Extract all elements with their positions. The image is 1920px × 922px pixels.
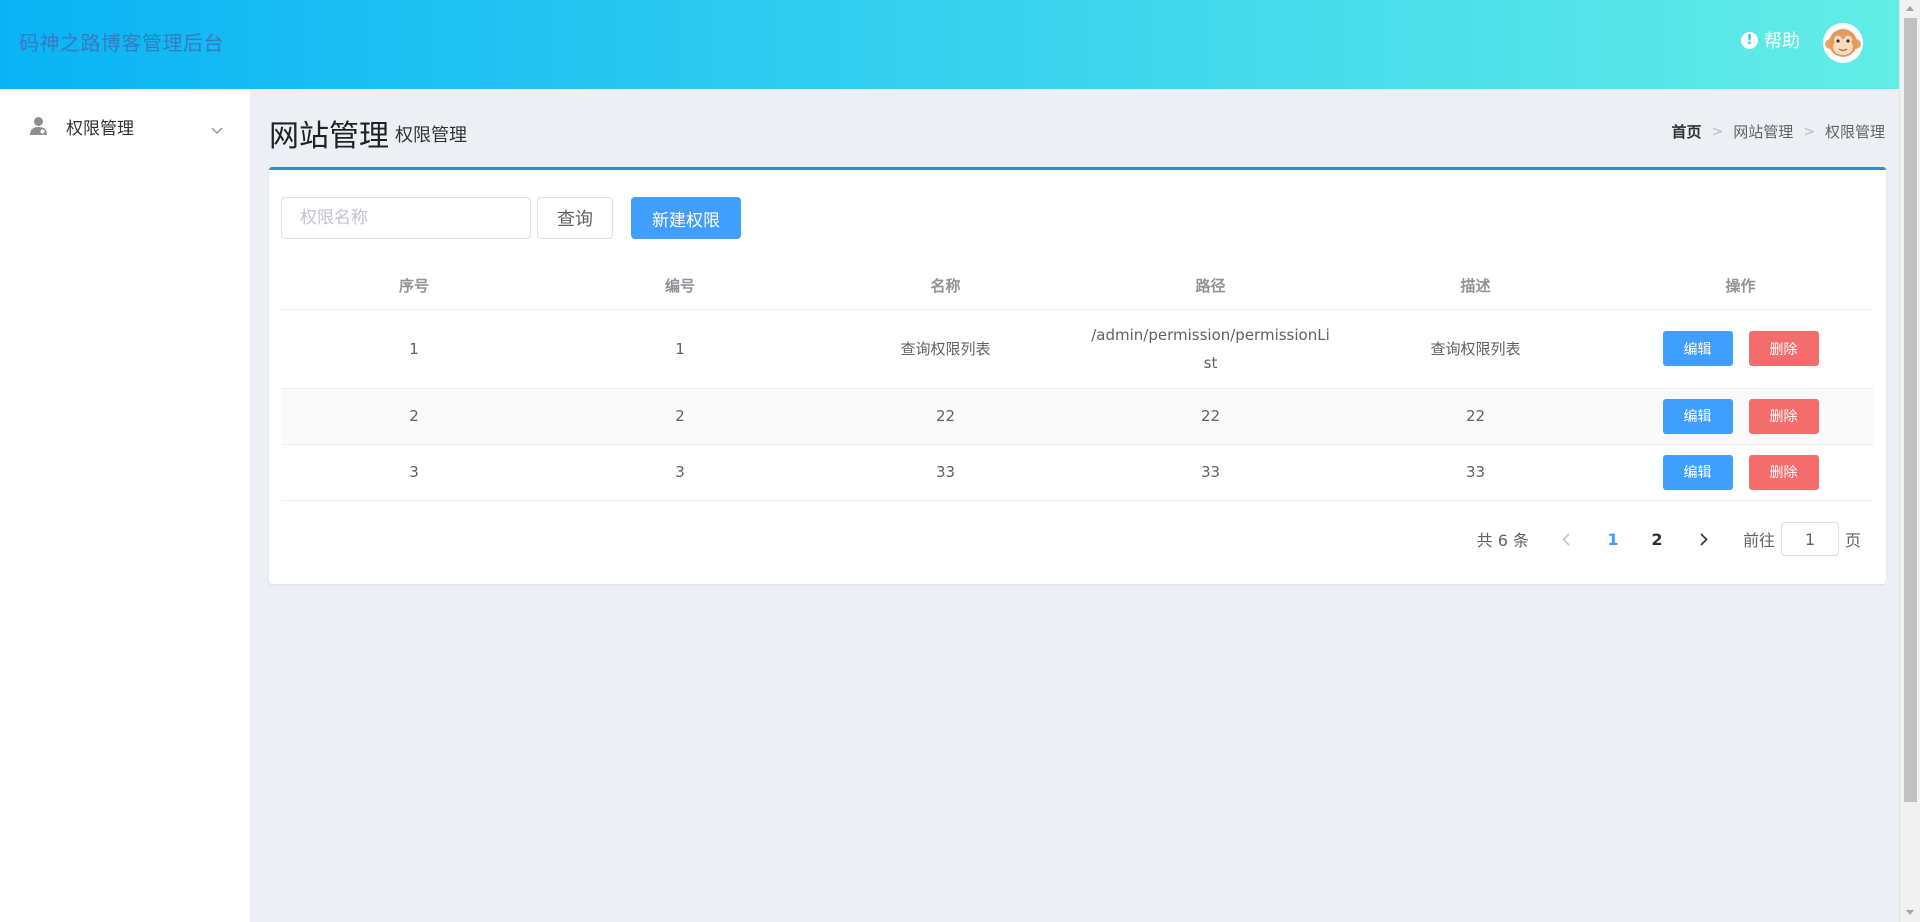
cell-actions: 编辑 删除	[1608, 388, 1873, 445]
delete-button[interactable]: 删除	[1748, 331, 1819, 366]
page-scrollbar[interactable]	[1899, 0, 1920, 922]
next-page-button[interactable]	[1689, 524, 1719, 554]
cell-desc: 22	[1343, 388, 1608, 445]
help-label: 帮助	[1764, 31, 1800, 52]
cell-id: 2	[547, 388, 813, 445]
edit-button[interactable]: 编辑	[1662, 398, 1733, 434]
cell-id: 3	[547, 444, 813, 501]
goto-prefix: 前往	[1742, 531, 1775, 550]
cell-name: 22	[813, 388, 1078, 445]
page-number-1[interactable]: 1	[1593, 524, 1633, 554]
chevron-down-icon	[211, 120, 223, 139]
chevron-left-icon	[1562, 532, 1570, 546]
cell-index: 3	[281, 444, 547, 501]
table-header-row: 序号 编号 名称 路径 描述 操作	[281, 262, 1873, 310]
column-header: 操作	[1608, 262, 1873, 310]
column-header: 名称	[813, 262, 1078, 310]
cell-actions: 编辑 删除	[1608, 444, 1873, 501]
cell-desc: 查询权限列表	[1343, 309, 1608, 389]
pagination-total: 共 6 条	[1476, 531, 1529, 550]
content-card: 查询 新建权限 序号 编号 名称 路径 描述 操作 1 1 查询权限列表 /ad…	[269, 167, 1886, 584]
breadcrumb: 首页 > 网站管理 > 权限管理	[1671, 121, 1885, 142]
chevron-right-icon: >	[1711, 123, 1724, 140]
avatar[interactable]	[1823, 23, 1863, 63]
breadcrumb-item: 权限管理	[1824, 123, 1885, 141]
table-row: 2 2 22 22 22 编辑 删除	[281, 388, 1873, 445]
permission-name-input[interactable]	[281, 197, 531, 239]
sidebar-item-permission[interactable]: 权限管理	[0, 107, 250, 143]
page-subtitle: 权限管理	[395, 125, 467, 146]
chevron-right-icon	[1700, 532, 1708, 546]
breadcrumb-item: 网站管理	[1733, 123, 1794, 141]
sidebar: 权限管理	[0, 89, 250, 922]
scroll-down-icon[interactable]	[1906, 910, 1914, 915]
sidebar-item-label: 权限管理	[66, 119, 134, 139]
scroll-thumb[interactable]	[1904, 18, 1917, 802]
avatar-monkey-icon	[1823, 23, 1863, 63]
edit-button[interactable]: 编辑	[1662, 331, 1733, 366]
column-header: 路径	[1078, 262, 1343, 310]
delete-button[interactable]: 删除	[1748, 454, 1819, 490]
top-header: 码神之路博客管理后台 ! 帮助	[0, 0, 1899, 89]
breadcrumb-home[interactable]: 首页	[1671, 121, 1701, 142]
cell-actions: 编辑 删除	[1608, 309, 1873, 389]
goto-page-input[interactable]	[1780, 522, 1839, 556]
new-permission-button[interactable]: 新建权限	[631, 197, 741, 239]
cell-index: 1	[281, 309, 547, 389]
page-title: 网站管理	[269, 119, 389, 154]
column-header: 描述	[1343, 262, 1608, 310]
column-header: 序号	[281, 262, 547, 310]
cell-desc: 33	[1343, 444, 1608, 501]
query-button[interactable]: 查询	[537, 197, 613, 239]
cell-path: 22	[1078, 388, 1343, 445]
pagination: 共 6 条 1 2 前往 页	[1477, 522, 1861, 556]
help-link[interactable]: ! 帮助	[1741, 27, 1800, 53]
table-row: 3 3 33 33 33 编辑 删除	[281, 444, 1873, 501]
user-icon	[29, 116, 48, 140]
app-title: 码神之路博客管理后台	[19, 31, 224, 55]
cell-path: /admin/permission/permissionList	[1078, 309, 1343, 389]
cell-path: 33	[1078, 444, 1343, 501]
help-icon: !	[1741, 31, 1758, 49]
table-row: 1 1 查询权限列表 /admin/permission/permissionL…	[281, 309, 1873, 389]
delete-button[interactable]: 删除	[1748, 398, 1819, 434]
column-header: 编号	[547, 262, 813, 310]
cell-name: 查询权限列表	[813, 309, 1078, 389]
cell-index: 2	[281, 388, 547, 445]
goto-suffix: 页	[1844, 531, 1861, 550]
page-number-2[interactable]: 2	[1637, 524, 1677, 554]
permission-table: 序号 编号 名称 路径 描述 操作 1 1 查询权限列表 /admin/perm…	[281, 262, 1873, 501]
cell-name: 33	[813, 444, 1078, 501]
prev-page-button[interactable]	[1551, 524, 1581, 554]
scroll-up-icon[interactable]	[1906, 6, 1914, 11]
edit-button[interactable]: 编辑	[1662, 454, 1733, 490]
chevron-right-icon: >	[1803, 123, 1815, 140]
cell-id: 1	[547, 309, 813, 389]
